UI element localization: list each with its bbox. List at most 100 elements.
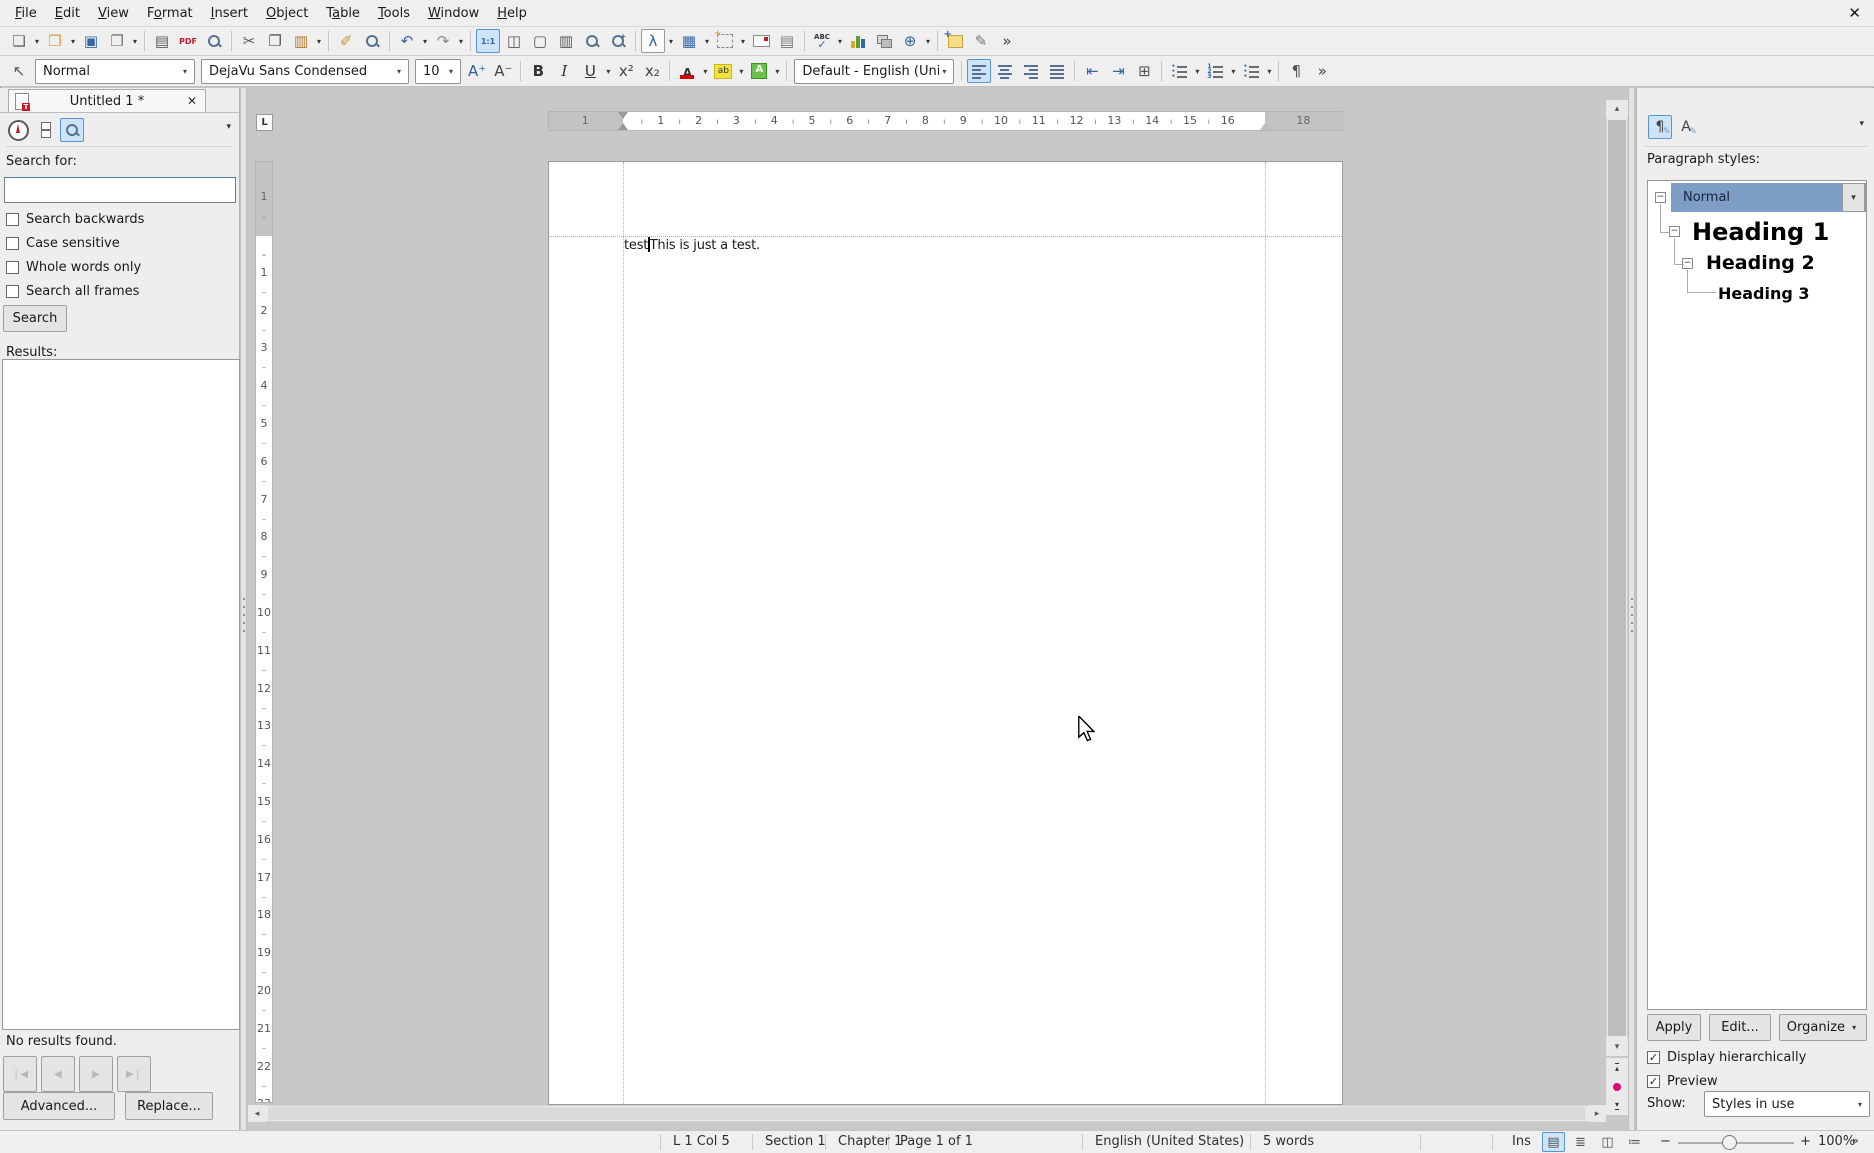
find-replace-icon[interactable] (360, 29, 384, 53)
shrink-font-icon[interactable]: A⁻ (491, 59, 515, 83)
advanced-button[interactable]: Advanced... (3, 1092, 115, 1120)
open-folder-icon[interactable]: ❒ (43, 29, 67, 53)
display-hierarchically-checkbox[interactable]: ✓Display hierarchically (1647, 1048, 1806, 1066)
replace-button[interactable]: Replace... (125, 1092, 213, 1120)
toolbar-overflow-icon[interactable]: » (995, 29, 1019, 53)
navigator-compass-icon[interactable] (5, 118, 32, 142)
previous-result-button[interactable]: ◀ (41, 1056, 75, 1092)
edit-document-icon[interactable]: ✎ (969, 29, 993, 53)
dropdown-icon[interactable]: ▾ (738, 37, 748, 46)
last-result-button[interactable]: ▶❘ (117, 1056, 151, 1092)
dropdown-icon[interactable]: ▾ (130, 37, 140, 46)
dropdown-icon[interactable]: ▾ (32, 37, 42, 46)
multiple-page-view-icon[interactable]: ≣ (1569, 1132, 1592, 1152)
bold-icon[interactable]: B (526, 59, 550, 83)
left-indent-marker[interactable] (618, 123, 628, 130)
zoom-single-page-icon[interactable]: ▢ (528, 29, 552, 53)
zoom-selection-icon[interactable]: + (606, 29, 630, 53)
save-icon[interactable]: ▣ (79, 29, 103, 53)
background-color-icon[interactable]: A (747, 59, 771, 83)
left-splitter[interactable] (240, 88, 247, 1130)
superscript-icon[interactable]: x² (614, 59, 638, 83)
zoom-two-pages-icon[interactable]: ▥ (554, 29, 578, 53)
dropdown-icon[interactable]: ▾ (666, 37, 676, 46)
tab-close-icon[interactable]: ✕ (185, 94, 199, 108)
checkbox-whole-words-only[interactable]: Whole words only (6, 258, 141, 276)
dropdown-icon[interactable]: ▾ (1192, 67, 1202, 76)
font-size-combo[interactable]: 10▾ (415, 59, 461, 84)
section-cell[interactable]: Section 1 (765, 1134, 826, 1149)
dropdown-icon[interactable]: ▾ (420, 37, 430, 46)
edit-button[interactable]: Edit... (1709, 1014, 1771, 1041)
insert-formula-icon[interactable]: λ (641, 29, 665, 53)
italic-icon[interactable]: I (552, 59, 576, 83)
vertical-scrollbar-thumb[interactable] (1608, 120, 1626, 1036)
menu-tools[interactable]: Tools (369, 3, 419, 24)
character-styles-icon[interactable]: A✎ (1674, 115, 1698, 139)
menu-file[interactable]: File (6, 3, 46, 24)
style-row-normal[interactable]: Normal (1671, 183, 1867, 212)
insert-chart-icon[interactable] (846, 29, 870, 53)
duplicate-document-icon[interactable]: ❐ (105, 29, 129, 53)
next-page-button[interactable]: ▾ (1606, 1096, 1628, 1115)
page-number-cell[interactable]: Page 1 of 1 (900, 1134, 973, 1149)
scroll-up-icon[interactable]: ▴ (1606, 100, 1628, 118)
scroll-down-icon[interactable]: ▾ (1606, 1038, 1628, 1056)
menu-edit[interactable]: Edit (46, 3, 89, 24)
zoom-page-width-icon[interactable]: ◫ (502, 29, 526, 53)
dropdown-icon[interactable]: ▾ (1228, 67, 1238, 76)
web-view-icon[interactable]: ≔ (1623, 1132, 1646, 1152)
right-splitter[interactable] (1628, 88, 1635, 1130)
borders-icon[interactable]: ⊞ (1132, 59, 1156, 83)
tree-expander-icon[interactable]: − (1669, 226, 1680, 237)
new-document-icon[interactable]: ❏ (7, 29, 31, 53)
style-combo-arrow[interactable]: ▾ (1842, 183, 1865, 212)
search-input[interactable] (4, 177, 236, 203)
document-tab[interactable]: T Untitled 1 * ✕ (8, 89, 206, 112)
insert-mode-cell[interactable]: Ins (1512, 1134, 1531, 1149)
grow-font-icon[interactable]: A⁺ (465, 59, 489, 83)
numbered-list-icon[interactable]: 123 (1203, 59, 1227, 83)
window-close-icon[interactable]: ✕ (1848, 4, 1861, 22)
show-filter-combo[interactable]: Styles in use▾ (1704, 1091, 1870, 1117)
insert-table-icon[interactable]: ▦ (677, 29, 701, 53)
menu-insert[interactable]: Insert (202, 3, 257, 24)
scroll-left-icon[interactable]: ◂ (248, 1105, 266, 1122)
style-row-heading-3[interactable]: Heading 3 (1718, 284, 1810, 303)
book-view-icon[interactable]: ◫ (1596, 1132, 1619, 1152)
cursor-position-cell[interactable]: L 1 Col 5 (673, 1134, 730, 1149)
font-color-icon[interactable]: A (675, 59, 699, 83)
chapter-cell[interactable]: Chapter 1 (838, 1134, 902, 1149)
align-left-icon[interactable] (967, 59, 991, 83)
style-row-heading-2[interactable]: Heading 2 (1706, 252, 1815, 274)
align-center-icon[interactable] (993, 59, 1017, 83)
panel-menu-dropdown-icon[interactable]: ▾ (226, 122, 231, 132)
dropdown-icon[interactable]: ▾ (702, 37, 712, 46)
page-thumbnails-icon[interactable] (34, 118, 58, 142)
menu-window[interactable]: Window (419, 3, 488, 24)
dropdown-icon[interactable]: ▾ (700, 67, 710, 76)
menu-object[interactable]: Object (257, 3, 317, 24)
search-tool-icon[interactable] (60, 118, 84, 142)
clone-formatting-icon[interactable]: ✐ (334, 29, 358, 53)
dropdown-icon[interactable]: ▾ (835, 37, 845, 46)
horizontal-scrollbar-thumb[interactable] (268, 1107, 1585, 1120)
highlight-color-icon[interactable]: ab (711, 59, 735, 83)
copy-icon[interactable]: ❐ (263, 29, 287, 53)
cut-icon[interactable]: ✂ (237, 29, 261, 53)
zoom-in-icon[interactable]: + (1800, 1134, 1811, 1149)
dropdown-icon[interactable]: ▾ (603, 67, 613, 76)
zoom-level-value[interactable]: 100% (1818, 1134, 1855, 1149)
menu-view[interactable]: View (89, 3, 138, 24)
formatting-marks-icon[interactable]: ¶ (1284, 59, 1308, 83)
first-result-button[interactable]: ❘◀ (3, 1056, 37, 1092)
dropdown-icon[interactable]: ▾ (68, 37, 78, 46)
style-row-heading-1[interactable]: Heading 1 (1692, 218, 1829, 246)
checkbox-search-backwards[interactable]: Search backwards (6, 210, 144, 228)
undo-icon[interactable]: ↶ (395, 29, 419, 53)
subscript-icon[interactable]: x₂ (640, 59, 664, 83)
align-justify-icon[interactable] (1045, 59, 1069, 83)
paragraph-styles-icon[interactable]: ¶✎ (1648, 115, 1672, 139)
dropdown-icon[interactable]: ▾ (772, 67, 782, 76)
search-button[interactable]: Search (3, 305, 67, 332)
